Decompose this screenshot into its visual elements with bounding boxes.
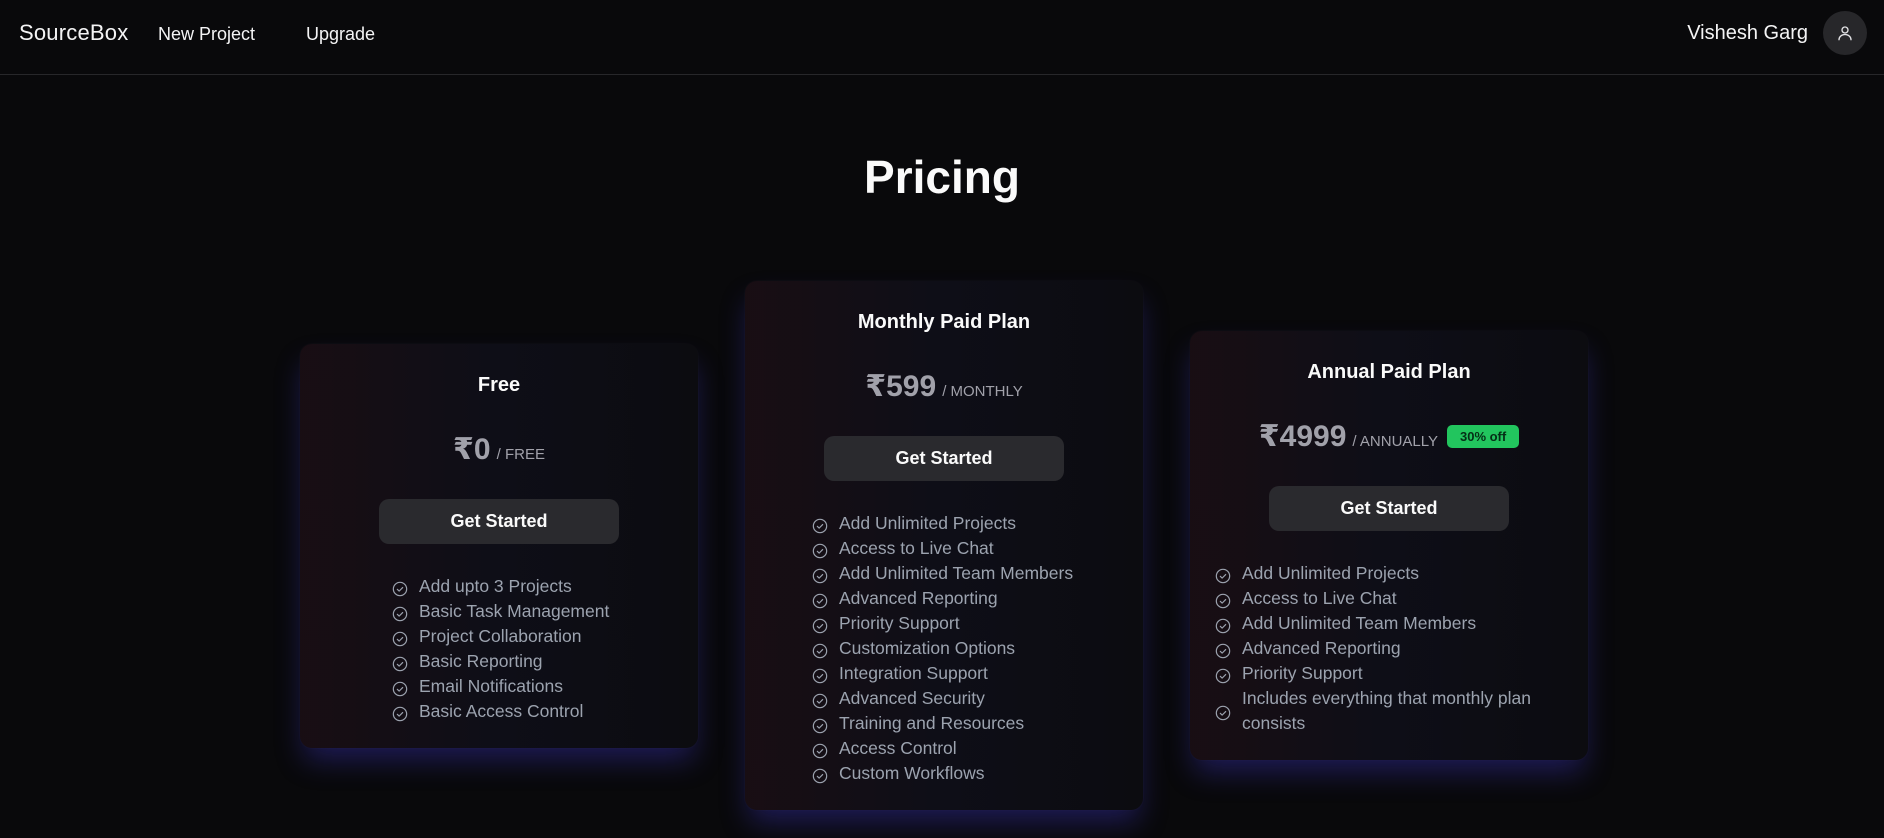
- plan-period: / ANNUALLY: [1352, 433, 1438, 450]
- plan-price-row: ₹4999 / ANNUALLY 30% off: [1190, 419, 1588, 454]
- feature-item: Basic Task Management: [392, 599, 698, 624]
- feature-item: Priority Support: [812, 611, 1143, 636]
- feature-item: Add Unlimited Team Members: [1215, 611, 1568, 636]
- feature-item: Project Collaboration: [392, 624, 698, 649]
- feature-label: Add upto 3 Projects: [419, 576, 572, 596]
- feature-label: Advanced Security: [839, 688, 985, 708]
- feature-item: Advanced Reporting: [812, 586, 1143, 611]
- nav-new-project-link[interactable]: New Project: [158, 24, 255, 45]
- page-title: Pricing: [864, 151, 1020, 203]
- check-circle-icon: [392, 629, 408, 646]
- check-circle-icon: [1215, 703, 1231, 721]
- user-name[interactable]: Vishesh Garg: [1687, 22, 1808, 45]
- feature-item: Access to Live Chat: [1215, 586, 1568, 611]
- plan-period: / MONTHLY: [942, 383, 1023, 400]
- feature-label: Custom Workflows: [839, 763, 985, 783]
- plan-price-row: ₹599 / MONTHLY: [745, 369, 1143, 404]
- get-started-button-free[interactable]: Get Started: [379, 499, 619, 544]
- plan-price: ₹4999: [1258, 420, 1347, 453]
- feature-item: Add Unlimited Projects: [1215, 561, 1568, 586]
- plan-title: Monthly Paid Plan: [857, 311, 1031, 333]
- feature-label: Training and Resources: [839, 713, 1025, 733]
- feature-label: Priority Support: [1242, 663, 1363, 683]
- plan-price: ₹599: [865, 370, 937, 403]
- plan-price: ₹0: [453, 433, 491, 466]
- feature-item: Access Control: [812, 736, 1143, 761]
- feature-label: Customization Options: [839, 638, 1016, 658]
- feature-item: Training and Resources: [812, 711, 1143, 736]
- feature-item: Advanced Security: [812, 686, 1143, 711]
- feature-item: Add Unlimited Projects: [812, 511, 1143, 536]
- check-circle-icon: [1215, 666, 1231, 683]
- check-circle-icon: [812, 666, 828, 683]
- feature-label: Access to Live Chat: [839, 538, 994, 558]
- feature-label: Project Collaboration: [419, 626, 582, 646]
- feature-label: Add Unlimited Projects: [839, 513, 1017, 533]
- feature-item: Access to Live Chat: [812, 536, 1143, 561]
- check-circle-icon: [392, 679, 408, 696]
- plan-title: Annual Paid Plan: [1307, 361, 1471, 383]
- plan-period: / FREE: [496, 446, 545, 463]
- check-circle-icon: [1215, 591, 1231, 608]
- feature-item: Customization Options: [812, 636, 1143, 661]
- get-started-button-annual[interactable]: Get Started: [1269, 486, 1509, 531]
- check-circle-icon: [1215, 641, 1231, 658]
- user-icon: [1838, 26, 1852, 41]
- check-circle-icon: [812, 641, 828, 658]
- feature-label: Includes everything that monthly plan co…: [1242, 688, 1531, 733]
- feature-label: Add Unlimited Projects: [1242, 563, 1420, 583]
- feature-label: Add Unlimited Team Members: [839, 563, 1074, 583]
- check-circle-icon: [812, 741, 828, 758]
- check-circle-icon: [812, 591, 828, 608]
- check-circle-icon: [812, 516, 828, 533]
- feature-item: Advanced Reporting: [1215, 636, 1568, 661]
- check-circle-icon: [812, 716, 828, 733]
- feature-item: Custom Workflows: [812, 761, 1143, 786]
- check-circle-icon: [392, 654, 408, 671]
- feature-label: Advanced Reporting: [1242, 638, 1401, 658]
- check-circle-icon: [1215, 616, 1231, 633]
- check-circle-icon: [392, 704, 408, 721]
- plan-card-monthly: Monthly Paid Plan ₹599 / MONTHLY Get Sta…: [745, 281, 1143, 810]
- feature-label: Add Unlimited Team Members: [1242, 613, 1477, 633]
- user-avatar-button[interactable]: [1823, 11, 1867, 55]
- feature-label: Access to Live Chat: [1242, 588, 1397, 608]
- feature-item: Basic Reporting: [392, 649, 698, 674]
- check-circle-icon: [1215, 566, 1231, 583]
- check-circle-icon: [812, 566, 828, 583]
- check-circle-icon: [812, 616, 828, 633]
- plan-card-annual: Annual Paid Plan ₹4999 / ANNUALLY 30% of…: [1190, 331, 1588, 760]
- brand-logo[interactable]: SourceBox: [19, 20, 128, 46]
- check-circle-icon: [812, 766, 828, 783]
- feature-list: Add Unlimited Projects Access to Live Cha…: [1215, 561, 1568, 736]
- feature-list: Add upto 3 Projects Basic Task Management…: [392, 574, 698, 724]
- feature-label: Basic Access Control: [419, 701, 584, 721]
- plan-card-free: Free ₹0 / FREE Get Started Add upto 3 Pr…: [300, 344, 698, 748]
- check-circle-icon: [392, 604, 408, 621]
- feature-label: Integration Support: [839, 663, 988, 683]
- check-circle-icon: [392, 579, 408, 596]
- feature-item: Basic Access Control: [392, 699, 698, 724]
- feature-label: Basic Reporting: [419, 651, 543, 671]
- feature-label: Access Control: [839, 738, 957, 758]
- plan-price-row: ₹0 / FREE: [300, 432, 698, 467]
- check-circle-icon: [812, 541, 828, 558]
- feature-label: Email Notifications: [419, 676, 563, 696]
- feature-item: Add upto 3 Projects: [392, 574, 698, 599]
- feature-item: Includes everything that monthly plan co…: [1215, 686, 1568, 736]
- feature-item: Priority Support: [1215, 661, 1568, 686]
- feature-item: Email Notifications: [392, 674, 698, 699]
- feature-item: Add Unlimited Team Members: [812, 561, 1143, 586]
- feature-label: Priority Support: [839, 613, 960, 633]
- discount-badge: 30% off: [1446, 425, 1520, 448]
- get-started-button-monthly[interactable]: Get Started: [824, 436, 1064, 481]
- feature-list: Add Unlimited Projects Access to Live Cha…: [812, 511, 1143, 786]
- plan-title: Free: [477, 374, 521, 396]
- top-navbar: SourceBox New Project Upgrade Vishesh Ga…: [0, 0, 1884, 75]
- feature-item: Integration Support: [812, 661, 1143, 686]
- feature-label: Basic Task Management: [419, 601, 610, 621]
- check-circle-icon: [812, 691, 828, 708]
- nav-upgrade-link[interactable]: Upgrade: [306, 24, 375, 45]
- feature-label: Advanced Reporting: [839, 588, 998, 608]
